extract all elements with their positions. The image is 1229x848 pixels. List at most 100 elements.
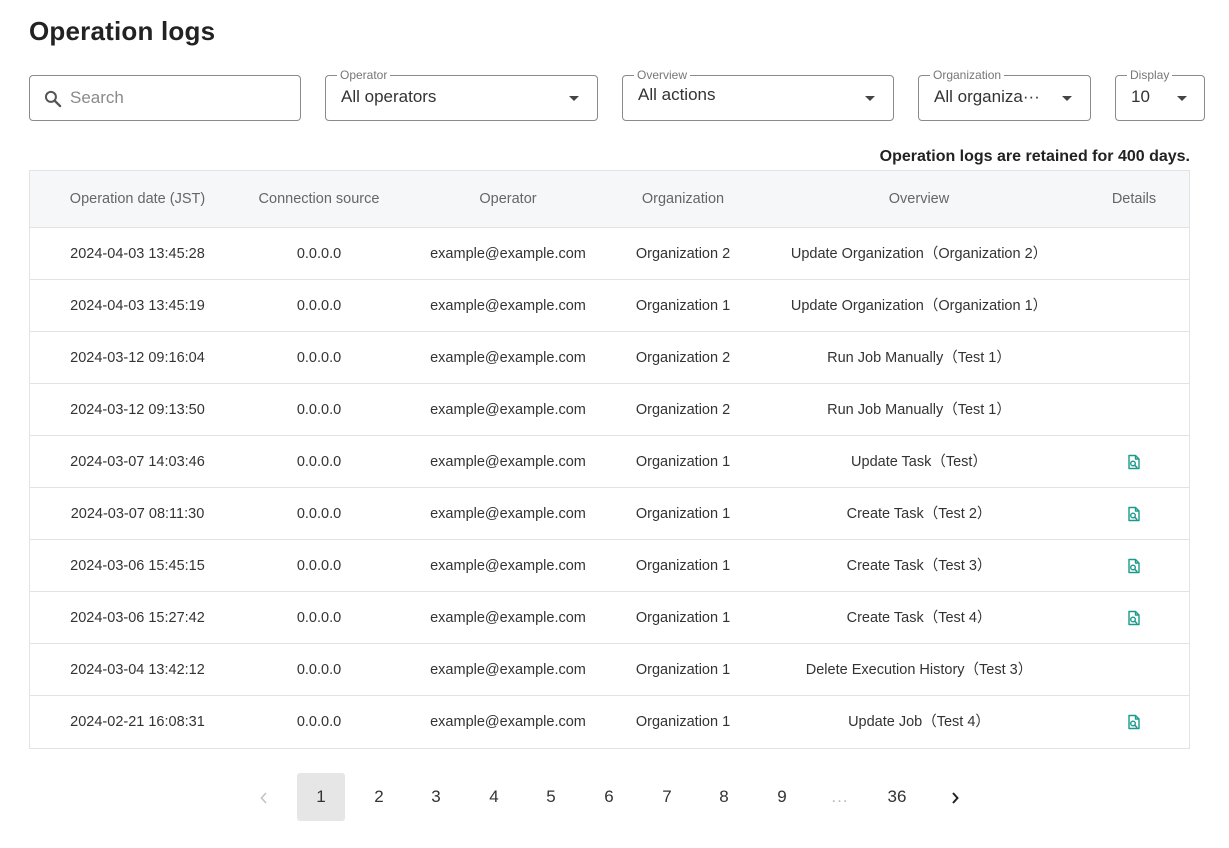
organization-select[interactable]: Organization All organiza··· bbox=[918, 68, 1091, 121]
view-details-icon[interactable] bbox=[1126, 506, 1142, 522]
cell-date: 2024-03-06 15:27:42 bbox=[70, 610, 205, 626]
overview-select-value: All actions bbox=[638, 85, 716, 104]
cell-organization: Organization 1 bbox=[635, 558, 731, 574]
overview-select[interactable]: Overview All actions bbox=[622, 68, 894, 121]
cell-organization: Organization 1 bbox=[635, 610, 731, 626]
pagination-ellipsis: ... bbox=[831, 787, 849, 806]
cell-overview: Update Job（Test 4） bbox=[848, 714, 990, 730]
prev-page-button[interactable] bbox=[240, 773, 288, 821]
cell-operator: example@example.com bbox=[430, 662, 586, 678]
column-header-date: Operation date (JST) bbox=[69, 191, 206, 207]
column-header-operator: Operator bbox=[479, 191, 537, 207]
organization-select-label: Organization bbox=[930, 68, 1005, 82]
cell-details bbox=[1095, 436, 1173, 488]
cell-organization: Organization 1 bbox=[635, 714, 731, 730]
cell-overview: Run Job Manually（Test 1） bbox=[827, 350, 1011, 366]
page-button[interactable]: 4 bbox=[470, 773, 518, 821]
cell-connection-source: 0.0.0.0 bbox=[296, 506, 342, 522]
cell-overview: Create Task（Test 3） bbox=[846, 558, 992, 574]
cell-date: 2024-03-06 15:45:15 bbox=[70, 558, 205, 574]
page-button[interactable]: 1 bbox=[297, 773, 345, 821]
cell-connection-source: 0.0.0.0 bbox=[296, 350, 342, 366]
page-title: Operation logs bbox=[29, 16, 216, 46]
cell-overview: Run Job Manually（Test 1） bbox=[827, 402, 1011, 418]
chevron-left-icon bbox=[260, 791, 267, 804]
view-details-icon[interactable] bbox=[1126, 610, 1142, 626]
cell-organization: Organization 1 bbox=[635, 662, 731, 678]
cell-operator: example@example.com bbox=[430, 298, 586, 314]
cell-connection-source: 0.0.0.0 bbox=[296, 402, 342, 418]
table-row: 2024-04-03 13:45:19 0.0.0.0 example@exampl… bbox=[30, 280, 1189, 332]
page-button[interactable]: 5 bbox=[527, 773, 575, 821]
column-header-source: Connection source bbox=[258, 191, 380, 207]
cell-details bbox=[1095, 540, 1173, 592]
cell-connection-source: 0.0.0.0 bbox=[296, 610, 342, 626]
table-row: 2024-04-03 13:45:28 0.0.0.0 example@exampl… bbox=[30, 228, 1189, 280]
table-row: 2024-02-21 16:08:31 0.0.0.0 example@exampl… bbox=[30, 696, 1189, 748]
view-details-icon[interactable] bbox=[1126, 558, 1142, 574]
table-row: 2024-03-07 14:03:46 0.0.0.0 example@exampl… bbox=[30, 436, 1189, 488]
page-button[interactable]: 3 bbox=[412, 773, 460, 821]
display-select-value: 10 bbox=[1131, 87, 1150, 106]
display-select-label: Display bbox=[1127, 68, 1173, 82]
cell-operator: example@example.com bbox=[430, 714, 586, 730]
table-row: 2024-03-12 09:16:04 0.0.0.0 example@exampl… bbox=[30, 332, 1189, 384]
operator-select[interactable]: Operator All operators bbox=[325, 68, 598, 121]
cell-overview: Create Task（Test 2） bbox=[846, 506, 992, 522]
cell-date: 2024-03-12 09:13:50 bbox=[70, 402, 205, 418]
page-button[interactable]: 6 bbox=[585, 773, 633, 821]
search-input[interactable] bbox=[70, 84, 290, 112]
cell-overview: Create Task（Test 4） bbox=[846, 610, 992, 626]
caret-down-icon bbox=[569, 96, 579, 101]
cell-operator: example@example.com bbox=[430, 610, 586, 626]
view-details-icon[interactable] bbox=[1126, 714, 1142, 730]
display-select[interactable]: Display 10 bbox=[1115, 68, 1205, 121]
operation-logs-table: Operation date (JST) Connection source O… bbox=[29, 170, 1190, 749]
cell-connection-source: 0.0.0.0 bbox=[296, 298, 342, 314]
cell-date: 2024-02-21 16:08:31 bbox=[70, 714, 205, 730]
cell-organization: Organization 1 bbox=[635, 454, 731, 470]
retention-note: Operation logs are retained for 400 days… bbox=[879, 148, 1190, 165]
table-row: 2024-03-04 13:42:12 0.0.0.0 example@exampl… bbox=[30, 644, 1189, 696]
page-button[interactable]: 36 bbox=[873, 773, 921, 821]
column-header-organization: Organization bbox=[641, 191, 725, 207]
table-header: Operation date (JST) Connection source O… bbox=[30, 171, 1189, 228]
cell-details bbox=[1095, 384, 1173, 436]
page-button[interactable]: 2 bbox=[355, 773, 403, 821]
cell-overview: Update Task（Test） bbox=[851, 454, 987, 470]
view-details-icon[interactable] bbox=[1126, 454, 1142, 470]
table-row: 2024-03-06 15:27:42 0.0.0.0 example@exampl… bbox=[30, 592, 1189, 644]
overview-select-label: Overview bbox=[634, 68, 691, 82]
search-icon bbox=[44, 90, 62, 108]
cell-overview: Delete Execution History（Test 3） bbox=[805, 662, 1033, 678]
table-row: 2024-03-12 09:13:50 0.0.0.0 example@exampl… bbox=[30, 384, 1189, 436]
organization-select-value: All organiza··· bbox=[934, 87, 1040, 106]
page-button[interactable]: 8 bbox=[700, 773, 748, 821]
cell-connection-source: 0.0.0.0 bbox=[296, 454, 342, 470]
page-button[interactable]: 7 bbox=[643, 773, 691, 821]
cell-details bbox=[1095, 280, 1173, 332]
cell-organization: Organization 2 bbox=[635, 350, 731, 366]
cell-operator: example@example.com bbox=[430, 246, 586, 262]
table-row: 2024-03-07 08:11:30 0.0.0.0 example@exampl… bbox=[30, 488, 1189, 540]
table-row: 2024-03-06 15:45:15 0.0.0.0 example@exampl… bbox=[30, 540, 1189, 592]
cell-details bbox=[1095, 228, 1173, 280]
cell-organization: Organization 2 bbox=[635, 246, 731, 262]
cell-operator: example@example.com bbox=[430, 350, 586, 366]
operator-select-label: Operator bbox=[337, 68, 391, 82]
cell-details bbox=[1095, 592, 1173, 644]
cell-organization: Organization 1 bbox=[635, 298, 731, 314]
cell-date: 2024-04-03 13:45:28 bbox=[70, 246, 205, 262]
cell-operator: example@example.com bbox=[430, 506, 586, 522]
column-header-overview: Overview bbox=[888, 191, 950, 207]
cell-date: 2024-03-04 13:42:12 bbox=[70, 662, 205, 678]
cell-connection-source: 0.0.0.0 bbox=[296, 662, 342, 678]
cell-overview: Update Organization（Organization 2） bbox=[790, 246, 1048, 262]
search-field[interactable] bbox=[29, 75, 301, 121]
cell-organization: Organization 1 bbox=[635, 506, 731, 522]
caret-down-icon bbox=[1177, 96, 1187, 101]
page-button[interactable]: 9 bbox=[758, 773, 806, 821]
next-page-button[interactable] bbox=[931, 773, 979, 821]
cell-connection-source: 0.0.0.0 bbox=[296, 714, 342, 730]
cell-details bbox=[1095, 696, 1173, 748]
